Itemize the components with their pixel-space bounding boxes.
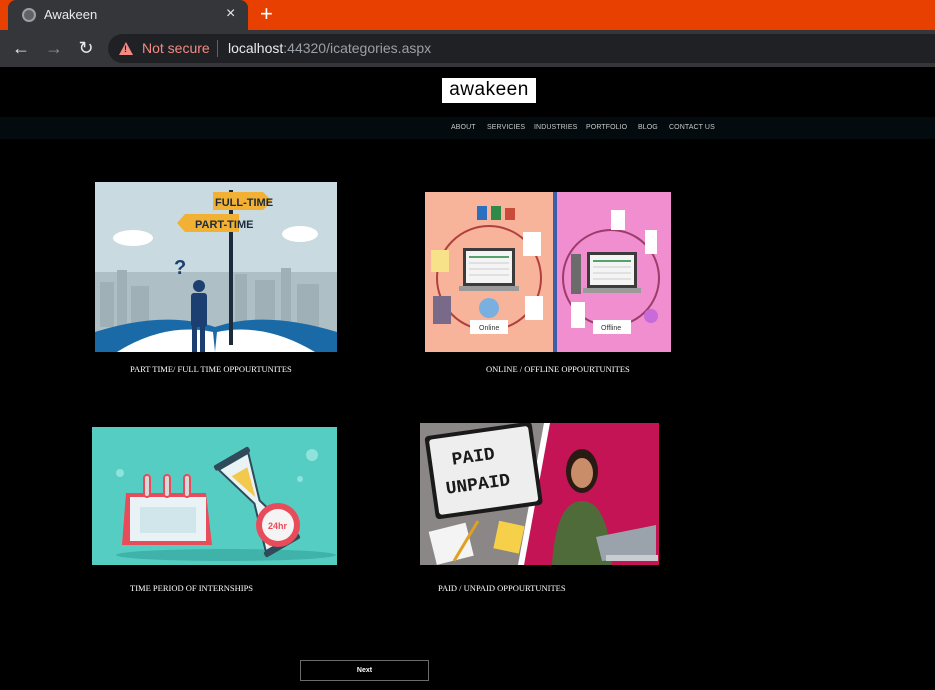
logo-text: awakeen xyxy=(449,79,529,100)
category-label[interactable]: PAID / UNPAID OPPOURTUNITES xyxy=(438,583,566,593)
warning-icon[interactable] xyxy=(119,42,133,55)
browser-tab[interactable]: Awakeen × xyxy=(8,0,248,30)
globe-icon xyxy=(22,8,36,22)
browser-toolbar: ← → ↻ Not secure localhost:44320/icatego… xyxy=(0,30,935,67)
sign-online: Online xyxy=(479,325,499,332)
tab-title: Awakeen xyxy=(44,7,98,22)
category-label[interactable]: TIME PERIOD OF INTERNSHIPS xyxy=(130,583,253,593)
nav-link-contact[interactable]: CONTACT US xyxy=(669,124,715,131)
category-label[interactable]: PART TIME/ FULL TIME OPPOURTUNITES xyxy=(130,364,292,374)
site-logo[interactable]: awakeen xyxy=(442,78,536,103)
paid-unpaid-image[interactable]: PAID UNPAID xyxy=(420,423,659,565)
nav-link-services[interactable]: SERVICIES xyxy=(487,124,525,131)
site-navbar: ABOUT SERVICIES INDUSTRIES PORTFOLIO BLO… xyxy=(0,117,935,139)
close-tab-icon[interactable]: × xyxy=(226,5,235,23)
sign-24hr: 24hr xyxy=(268,521,288,531)
nav-link-about[interactable]: ABOUT xyxy=(451,124,476,131)
svg-text:?: ? xyxy=(174,257,186,279)
category-label[interactable]: ONLINE / OFFLINE OPPOURTUNITES xyxy=(486,364,630,374)
browser-tab-strip: Awakeen × + xyxy=(0,0,935,30)
forward-button[interactable]: → xyxy=(42,36,66,60)
url-host: localhost xyxy=(228,40,284,56)
url-path: :44320/icategories.aspx xyxy=(283,40,432,56)
time-period-image[interactable]: 24hr xyxy=(92,427,337,565)
sign-full-time: FULL-TIME xyxy=(215,197,273,209)
nav-link-blog[interactable]: BLOG xyxy=(638,124,658,131)
part-full-time-image[interactable]: FULL-TIME PART-TIME ? xyxy=(95,182,337,352)
security-indicator[interactable]: Not secure xyxy=(142,40,210,56)
sign-offline: Offline xyxy=(601,325,621,332)
address-bar[interactable]: Not secure localhost:44320/icategories.a… xyxy=(108,34,935,63)
reload-button[interactable]: ↻ xyxy=(74,36,98,60)
nav-link-industries[interactable]: INDUSTRIES xyxy=(534,124,577,131)
url-text[interactable]: localhost:44320/icategories.aspx xyxy=(228,40,431,56)
back-button[interactable]: ← xyxy=(9,36,33,60)
next-button[interactable]: Next xyxy=(300,660,429,681)
online-offline-image[interactable]: Online Offline xyxy=(425,192,671,352)
new-tab-button[interactable]: + xyxy=(260,2,273,26)
nav-link-portfolio[interactable]: PORTFOLIO xyxy=(586,124,627,131)
sign-part-time: PART-TIME xyxy=(195,219,253,231)
divider xyxy=(217,40,218,57)
